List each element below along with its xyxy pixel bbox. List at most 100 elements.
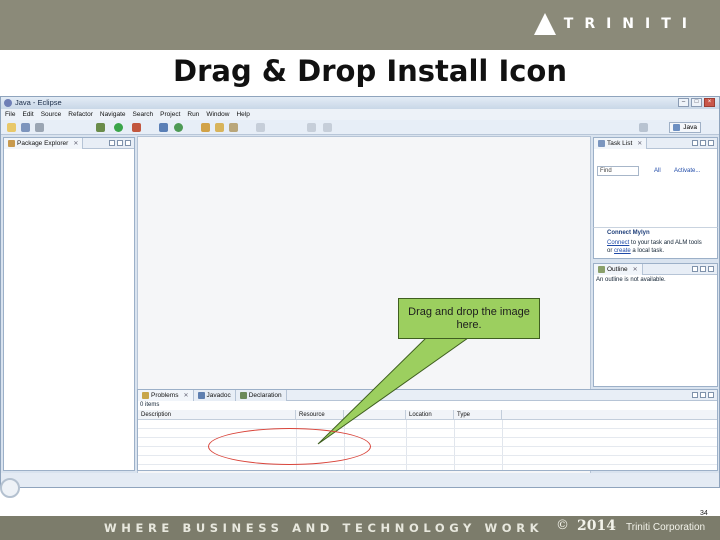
tab-problems[interactable]: Problems ✕ [138, 390, 194, 401]
task-filter-all[interactable]: All [654, 168, 661, 174]
new-icon[interactable] [7, 123, 16, 132]
close-icon[interactable]: ✕ [633, 266, 638, 273]
close-icon[interactable]: ✕ [183, 392, 188, 399]
mylyn-line-2-prefix: or [607, 248, 615, 254]
menu-window[interactable]: Window [206, 109, 229, 120]
mylyn-line-2: or create a local task. [607, 248, 664, 254]
column-description[interactable]: Description [138, 410, 296, 420]
save-icon[interactable] [21, 123, 30, 132]
menu-project[interactable]: Project [160, 109, 180, 120]
link-editor-icon[interactable] [117, 140, 123, 146]
task-activate-link[interactable]: Activate... [674, 168, 700, 174]
perspective-label: Java [683, 123, 697, 131]
annotation-icon[interactable] [256, 123, 265, 132]
close-button[interactable]: × [704, 98, 715, 107]
problems-label: Problems [151, 392, 179, 399]
footer-year: 2014 [577, 518, 616, 534]
menu-refactor[interactable]: Refactor [68, 109, 93, 120]
declaration-icon [239, 392, 247, 399]
outline-icon [598, 266, 605, 273]
hide-fields-icon[interactable] [700, 266, 706, 272]
column-resource[interactable]: Resource [296, 410, 344, 420]
problems-controls [692, 392, 714, 398]
menu-run[interactable]: Run [187, 109, 199, 120]
task-find-input[interactable]: Find [597, 166, 639, 176]
footer-company: Triniti Corporation [626, 522, 706, 533]
task-list-controls [692, 140, 714, 146]
mylyn-line-1-rest: to your task and ALM tools [629, 240, 702, 246]
collapse-all-icon[interactable] [109, 140, 115, 146]
tab-javadoc[interactable]: Javadoc [193, 390, 236, 401]
outline-controls [692, 266, 714, 272]
sort-icon[interactable] [692, 266, 698, 272]
status-bar [1, 473, 719, 487]
tab-package-explorer[interactable]: Package Explorer ✕ [4, 138, 84, 149]
open-folder-icon[interactable] [215, 123, 224, 132]
open-perspective-icon[interactable] [639, 123, 648, 132]
close-icon[interactable]: ✕ [73, 140, 78, 147]
view-menu-icon[interactable] [692, 392, 698, 398]
problems-view: Problems ✕ Javadoc Declaration 0 items D… [137, 389, 718, 471]
outline-message: An outline is not available. [596, 277, 666, 283]
table-row [138, 421, 717, 429]
new-java-project-icon[interactable] [159, 123, 168, 132]
eclipse-app-icon [4, 99, 12, 107]
menu-file[interactable]: File [5, 109, 15, 120]
view-menu-icon[interactable] [708, 266, 714, 272]
filter-icon[interactable] [700, 140, 706, 146]
menu-edit[interactable]: Edit [22, 109, 33, 120]
window-controls: – □ × [678, 98, 715, 107]
column-path[interactable]: Path [344, 410, 406, 420]
package-explorer-view: Package Explorer ✕ [3, 137, 135, 471]
mylyn-line-1: Connect to your task and ALM tools [607, 240, 702, 246]
page-number: 34 [700, 510, 708, 517]
slide-header-band: TRINITI [0, 0, 720, 50]
back-icon[interactable] [307, 123, 316, 132]
mylyn-line-2-rest: a local task. [630, 248, 665, 254]
outline-label: Outline [607, 266, 628, 273]
javadoc-label: Javadoc [206, 392, 231, 399]
main-toolbar: Java [1, 120, 719, 135]
tab-outline[interactable]: Outline ✕ [594, 264, 643, 275]
new-class-icon[interactable] [174, 123, 183, 132]
declaration-label: Declaration [248, 392, 282, 399]
tab-task-list[interactable]: Task List ✕ [594, 138, 648, 149]
close-icon[interactable]: ✕ [637, 140, 642, 147]
java-perspective-button[interactable]: Java [669, 122, 701, 133]
forward-icon[interactable] [323, 123, 332, 132]
minimize-view-icon[interactable] [700, 392, 706, 398]
print-icon[interactable] [35, 123, 44, 132]
package-explorer-label: Package Explorer [17, 140, 69, 147]
drop-target-ellipse [208, 428, 371, 465]
mylyn-title: Connect Mylyn [607, 230, 650, 236]
column-type[interactable]: Type [454, 410, 502, 420]
callout-text: Drag and drop the image here. [408, 306, 530, 331]
mylyn-connect-link[interactable]: Connect [607, 240, 629, 246]
task-list-icon [598, 140, 605, 147]
package-explorer-controls [109, 140, 131, 146]
javadoc-icon [197, 392, 205, 399]
maximize-button[interactable]: □ [691, 98, 702, 107]
menu-bar: File Edit Source Refactor Navigate Searc… [1, 109, 719, 120]
menu-source[interactable]: Source [41, 109, 62, 120]
bottom-tab-strip: Problems ✕ Javadoc Declaration [138, 390, 287, 401]
tab-declaration[interactable]: Declaration [235, 390, 287, 401]
slide-title: Drag & Drop Install Icon [173, 54, 567, 88]
mylyn-create-link[interactable]: create [614, 248, 631, 254]
search-icon[interactable] [229, 123, 238, 132]
menu-navigate[interactable]: Navigate [100, 109, 126, 120]
external-tools-icon[interactable] [132, 123, 141, 132]
maximize-view-icon[interactable] [708, 392, 714, 398]
minimize-button[interactable]: – [678, 98, 689, 107]
new-task-icon[interactable] [692, 140, 698, 146]
problems-table-header: Description Resource Path Location Type [138, 410, 717, 420]
debug-icon[interactable] [96, 123, 105, 132]
open-type-icon[interactable] [201, 123, 210, 132]
menu-search[interactable]: Search [133, 109, 154, 120]
view-menu-icon[interactable] [125, 140, 131, 146]
column-location[interactable]: Location [406, 410, 454, 420]
problems-item-count: 0 items [140, 402, 160, 408]
menu-help[interactable]: Help [236, 109, 249, 120]
run-icon[interactable] [114, 123, 123, 132]
view-menu-icon[interactable] [708, 140, 714, 146]
